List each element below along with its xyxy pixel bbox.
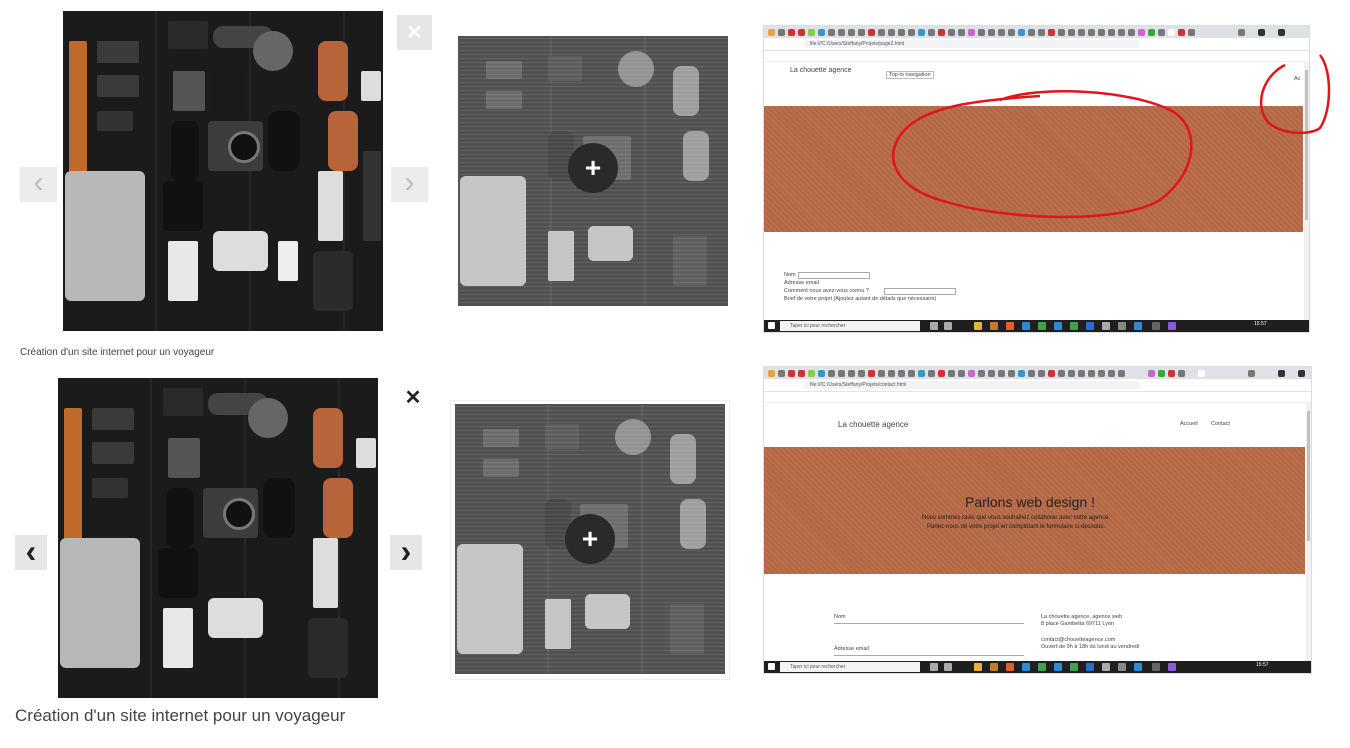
red-circle-banner [892,90,1193,219]
site-nav-contact: Contact [1211,421,1230,427]
url-text: file:///C:/Users/Steffany/Projets/contac… [804,381,1140,389]
red-circle-corner [1259,54,1331,134]
next-button-large[interactable]: › [390,535,422,570]
form-label-name: Nom [784,272,796,278]
form-label-source: Comment nous avez-vous connu ? [784,288,869,294]
image-caption-large: Création d'un site internet pour un voya… [15,706,346,725]
next-button[interactable]: › [391,167,428,202]
taskbar-clock: 15:57 [1254,321,1267,327]
close-button[interactable]: ✕ [397,15,432,50]
chevron-left-icon: ‹ [33,165,44,199]
hero-text-2: Parlez-nous de votre projet en complétan… [927,524,1106,530]
bookmarks-bar [764,392,1311,403]
plus-icon: + [584,152,602,183]
hero-text-1: Nous sommes ravis que vous souhaitiez co… [922,515,1111,521]
website-screenshot-contact: file:///C:/Users/Steffany/Projets/contac… [763,366,1312,674]
chevron-left-icon: ‹ [25,532,37,569]
site-scrollbar [1306,403,1311,662]
form-label-brief: Brief de votre projet (Ajoutez autant de… [784,296,937,302]
chevron-right-icon: › [404,165,415,199]
site-brand: La chouette agence [790,67,852,74]
plus-icon: + [581,523,599,554]
contact-line-3: contact@chouetteagence.com [1041,637,1116,643]
browser-tab-strip [764,26,1309,38]
close-button-large[interactable]: ✕ [397,381,429,413]
site-hero-banner [764,447,1305,574]
product-photo-large [58,378,378,698]
chevron-right-icon: › [400,532,412,569]
prev-button-large[interactable]: ‹ [15,535,47,570]
windows-taskbar: Taper ici pour rechercher 15:57 [764,320,1309,332]
browser-tab-strip [764,367,1311,379]
form-label-name: Nom [834,614,846,620]
contact-line-4: Ouvert de 9h à 18h du lundi au vendredi [1041,644,1140,650]
form-label-email: Adresse email [784,280,819,286]
taskbar-search: Taper ici pour rechercher [780,321,920,331]
image-caption: Création d'un site internet pour un voya… [20,347,215,358]
contact-line-2: 8 place Gambetta 69711 Lyon [1041,621,1115,627]
site-brand: La chouette agence [838,420,909,429]
site-nav-home: Accueil [1180,421,1198,427]
taskbar-search: Taper ici pour rechercher [780,662,920,672]
website-viewport: La chouette agence Accueil Contact Parlo… [764,403,1311,662]
zoom-plus-button[interactable]: + [568,143,618,193]
product-photo [63,11,383,331]
close-icon: ✕ [406,22,423,44]
windows-taskbar: Taper ici pour rechercher 15:57 [764,661,1311,673]
hero-title: Parlons web design ! [965,494,1095,510]
contact-line-1: La chouette agence, agence web [1041,614,1123,620]
zoom-plus-button-large[interactable]: + [565,514,615,564]
prev-button[interactable]: ‹ [20,167,57,202]
taskbar-clock: 15:57 [1256,662,1269,668]
close-icon: ✕ [404,386,422,409]
form-label-email: Adresse email [834,646,869,652]
red-annotation-marks [892,54,1331,219]
browser-url-bar: file:///C:/Users/Steffany/Projets/contac… [764,379,1311,392]
